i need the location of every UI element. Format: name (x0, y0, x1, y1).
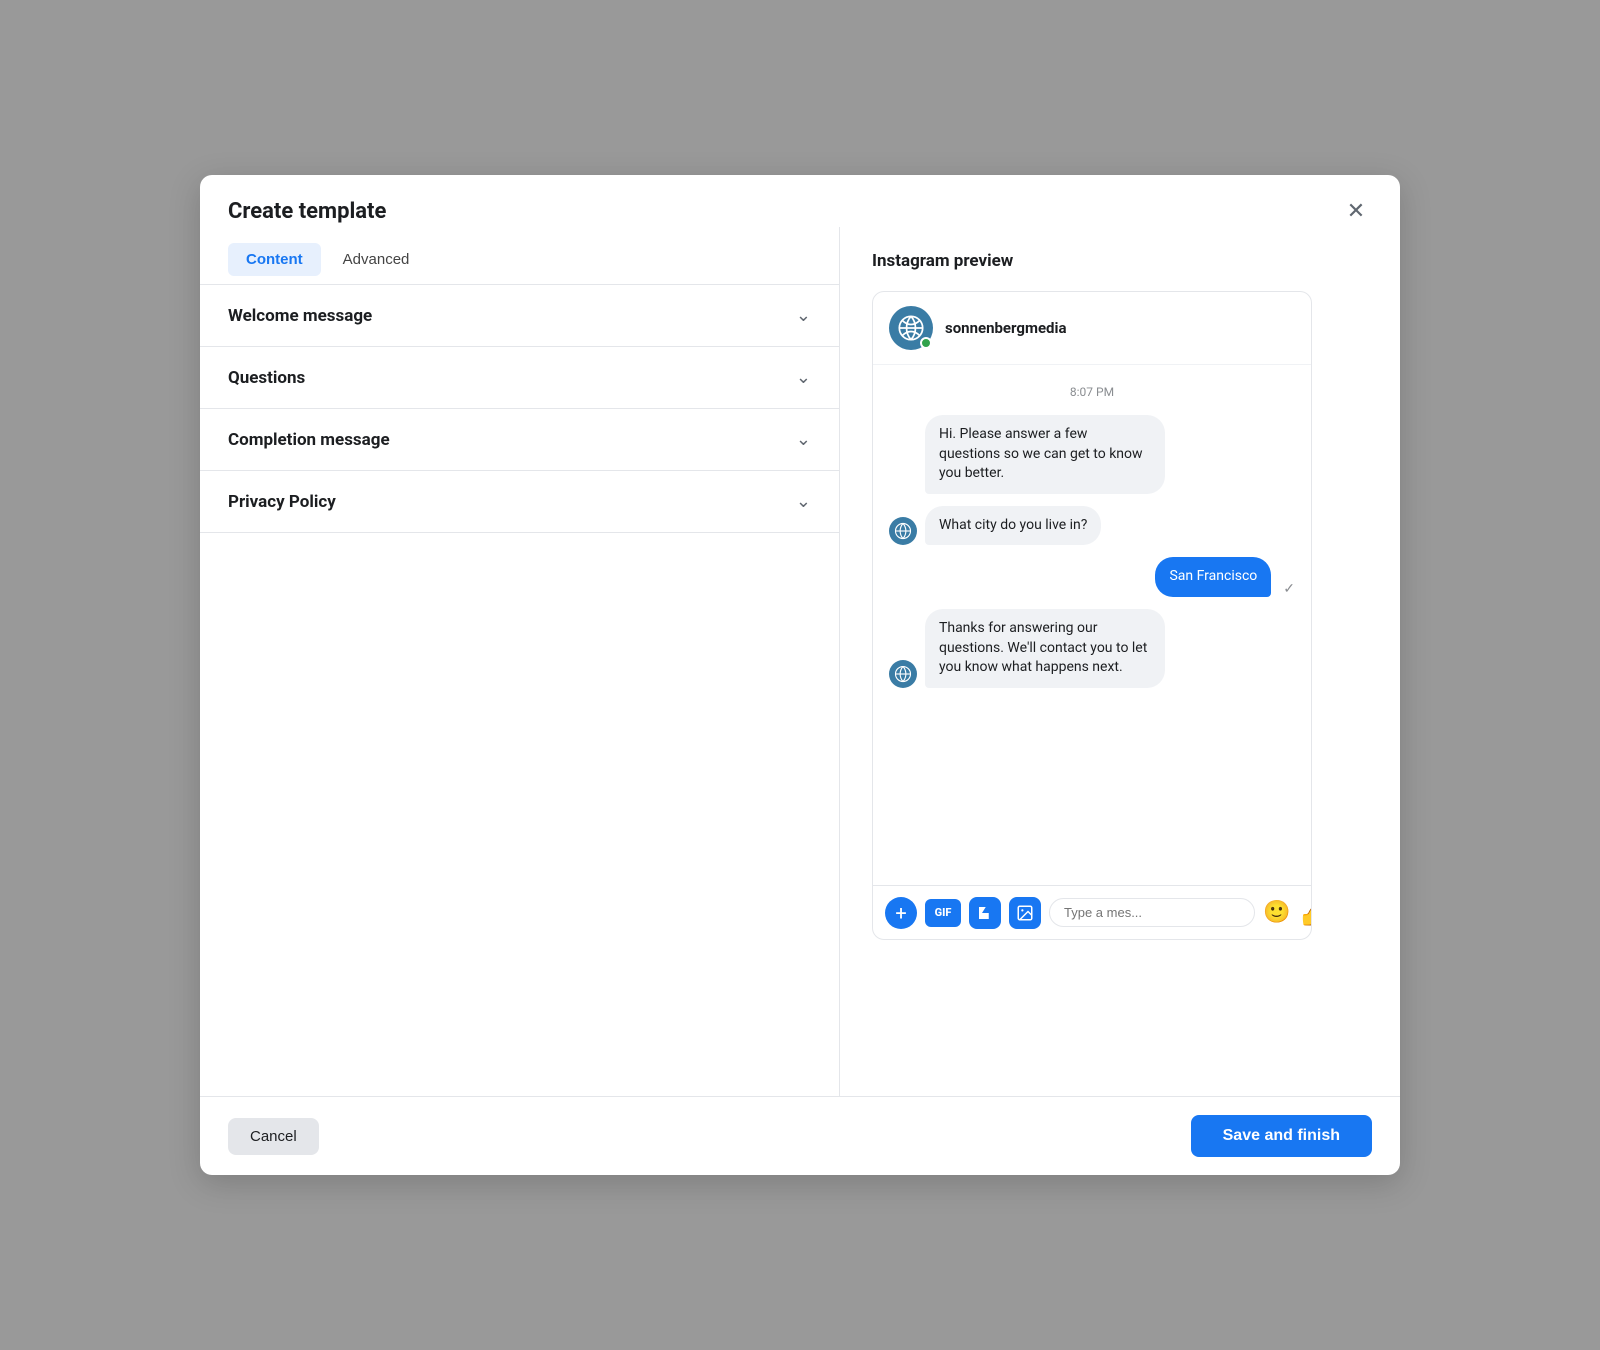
accordion-item-questions[interactable]: Questions ⌄ (200, 347, 839, 409)
ig-avatar (889, 306, 933, 350)
chevron-down-icon-questions: ⌄ (796, 367, 811, 388)
left-panel: Content Advanced Welcome message ⌄ Quest… (200, 227, 840, 1096)
right-panel: Instagram preview (840, 227, 1400, 1096)
message-bubble-4: Thanks for answering our questions. We'l… (925, 609, 1165, 688)
tab-content[interactable]: Content (228, 243, 321, 276)
image-icon (1016, 904, 1034, 922)
message-row-4: Thanks for answering our questions. We'l… (889, 609, 1295, 688)
message-row-3: San Francisco ✓ (889, 557, 1295, 597)
message-row-1: Hi. Please answer a few questions so we … (889, 415, 1295, 494)
chevron-down-icon-privacy: ⌄ (796, 491, 811, 512)
ig-username: sonnenbergmedia (945, 319, 1067, 337)
like-button[interactable]: 👍 (1298, 896, 1312, 929)
emoji-button[interactable]: 🙂 (1263, 900, 1290, 925)
sticker-icon (976, 904, 994, 922)
message-avatar-4 (889, 660, 917, 688)
message-bubble-3: San Francisco (1155, 557, 1271, 597)
modal-footer: Cancel Save and finish (200, 1096, 1400, 1175)
add-icon-button[interactable]: + (885, 897, 917, 929)
chevron-down-icon-welcome: ⌄ (796, 305, 811, 326)
cancel-button[interactable]: Cancel (228, 1118, 319, 1155)
save-finish-button[interactable]: Save and finish (1191, 1115, 1372, 1157)
tab-advanced[interactable]: Advanced (325, 243, 428, 276)
message-text-input[interactable] (1049, 898, 1255, 927)
online-status-dot (920, 337, 932, 349)
accordion-item-welcome[interactable]: Welcome message ⌄ (200, 284, 839, 347)
sticker-button[interactable] (969, 897, 1001, 929)
preview-title: Instagram preview (872, 251, 1368, 271)
message-bubble-2: What city do you live in? (925, 506, 1101, 546)
close-button[interactable]: ✕ (1340, 195, 1372, 227)
msg-avatar-icon-2 (894, 522, 912, 540)
image-button[interactable] (1009, 897, 1041, 929)
accordion-label-welcome: Welcome message (228, 306, 372, 326)
accordion-label-questions: Questions (228, 368, 305, 388)
ig-messages: 8:07 PM Hi. Please answer a few question… (873, 365, 1311, 885)
message-avatar-2 (889, 517, 917, 545)
msg-avatar-icon-4 (894, 665, 912, 683)
accordion-label-privacy: Privacy Policy (228, 492, 336, 512)
close-icon: ✕ (1347, 198, 1365, 224)
message-timestamp: 8:07 PM (889, 385, 1295, 399)
accordion-list: Welcome message ⌄ Questions ⌄ Completion… (200, 276, 839, 1096)
accordion-label-completion: Completion message (228, 430, 390, 450)
ig-input-bar: + GIF (873, 885, 1311, 939)
gif-button[interactable]: GIF (925, 899, 961, 927)
ig-header: sonnenbergmedia (873, 292, 1311, 365)
modal-body: Content Advanced Welcome message ⌄ Quest… (200, 227, 1400, 1096)
modal-title: Create template (228, 199, 386, 224)
tabs-container: Content Advanced (200, 227, 839, 276)
message-sent-checkmark: ✓ (1283, 581, 1295, 597)
accordion-item-privacy[interactable]: Privacy Policy ⌄ (200, 471, 839, 533)
create-template-modal: Create template ✕ Content Advanced Welco… (200, 175, 1400, 1175)
message-row-2: What city do you live in? (889, 506, 1295, 546)
message-bubble-1: Hi. Please answer a few questions so we … (925, 415, 1165, 494)
modal-header: Create template ✕ (200, 175, 1400, 227)
chevron-down-icon-completion: ⌄ (796, 429, 811, 450)
instagram-preview: sonnenbergmedia 8:07 PM Hi. Please answe… (872, 291, 1312, 940)
accordion-item-completion[interactable]: Completion message ⌄ (200, 409, 839, 471)
